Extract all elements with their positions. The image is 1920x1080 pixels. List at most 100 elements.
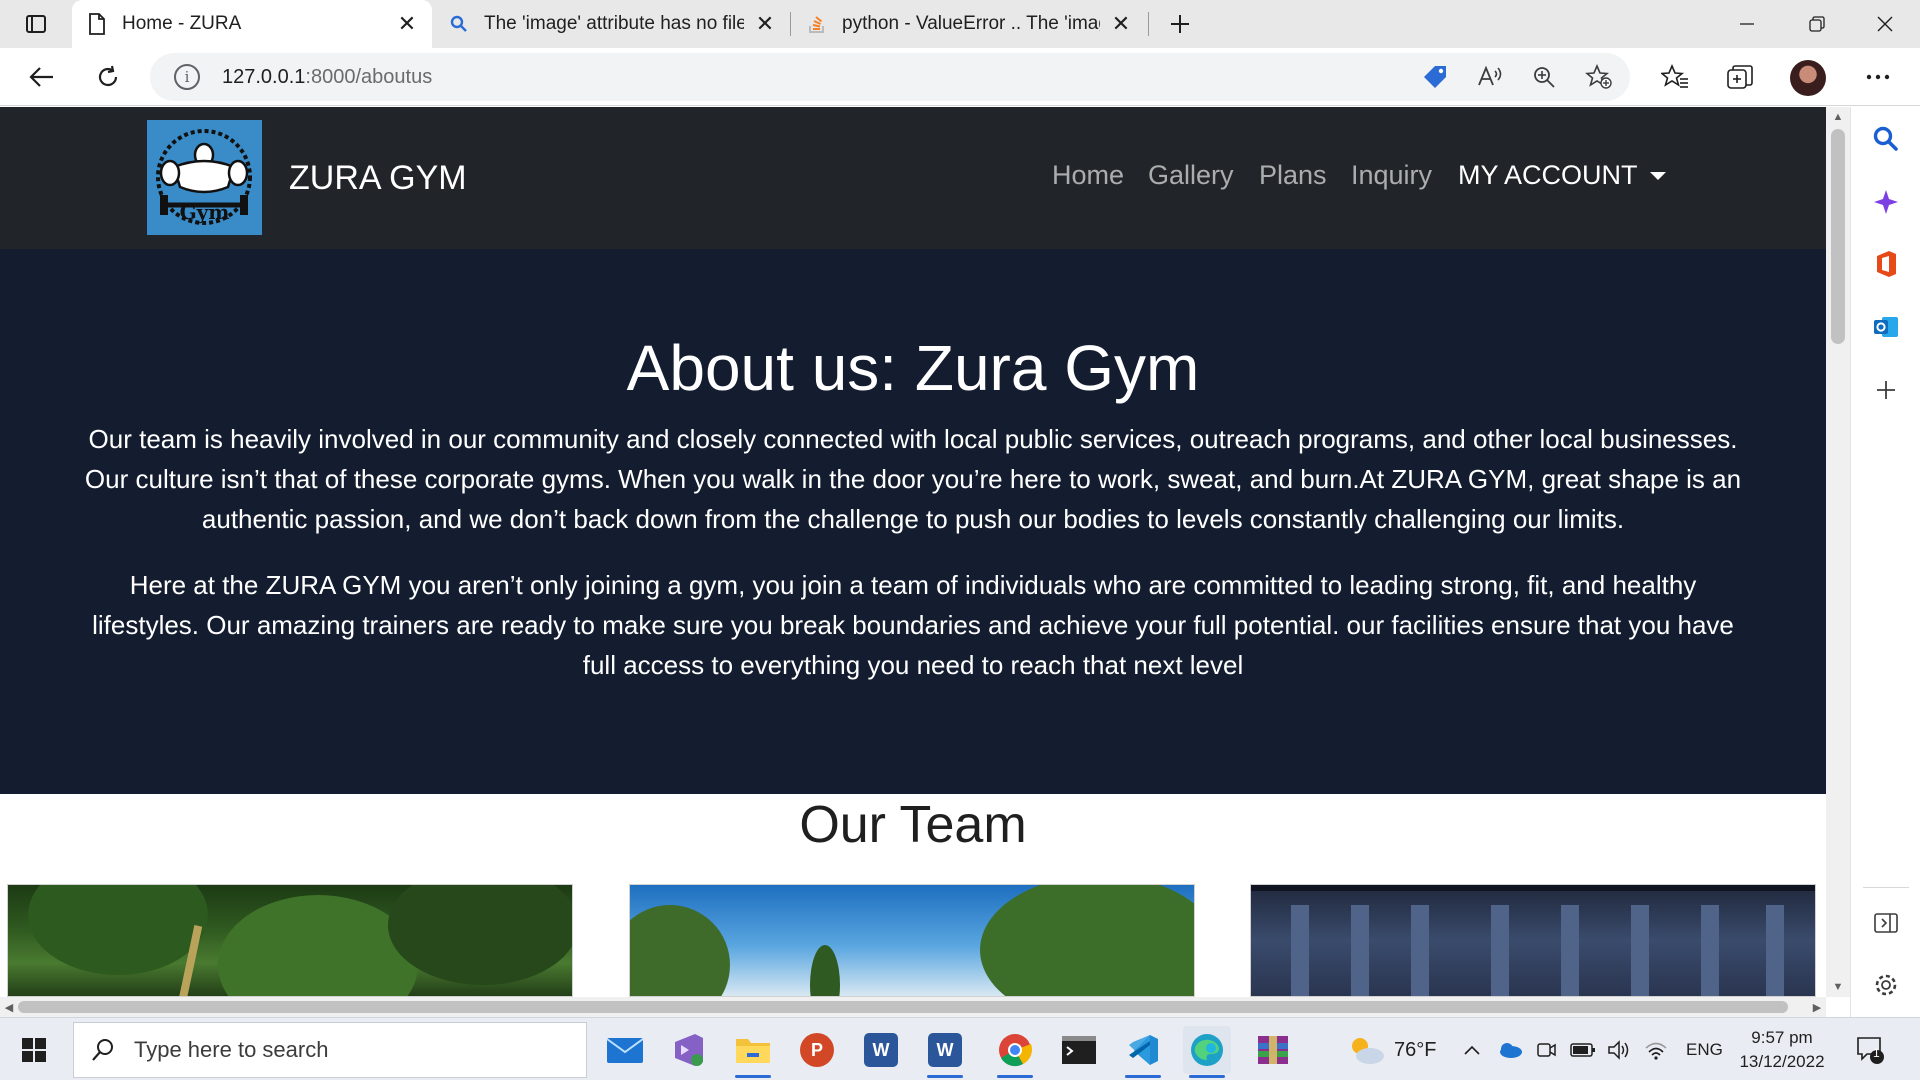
refresh-icon	[98, 65, 118, 87]
taskbar-chrome[interactable]	[991, 1026, 1039, 1078]
close-tab-icon[interactable]: ✕	[754, 11, 776, 36]
onedrive-button[interactable]	[1497, 1034, 1523, 1066]
favorites-button[interactable]	[1655, 57, 1695, 97]
url-field[interactable]: i 127.0.0.1:8000/aboutus	[150, 53, 1630, 101]
show-hidden-icons-button[interactable]	[1463, 1034, 1481, 1066]
about-paragraph-1: Our team is heavily involved in our comm…	[84, 424, 1742, 534]
hide-sidebar-button[interactable]	[1866, 903, 1906, 943]
tab-actions-button[interactable]	[14, 8, 58, 40]
clock-time: 9:57 pm	[1751, 1028, 1813, 1047]
zoom-in-icon	[1534, 67, 1555, 88]
team-member-photo	[629, 884, 1195, 997]
vertical-scrollbar[interactable]: ▲ ▼	[1826, 107, 1850, 997]
nav-link-gallery[interactable]: Gallery	[1148, 160, 1234, 191]
read-aloud-button[interactable]	[1473, 60, 1507, 94]
star-plus-icon	[1585, 64, 1612, 89]
team-member-photo	[1250, 884, 1816, 997]
shopping-tag-button[interactable]	[1418, 60, 1452, 94]
refresh-button[interactable]	[88, 57, 128, 97]
sidebar-add-button[interactable]	[1866, 370, 1906, 410]
taskbar-winrar[interactable]	[1249, 1026, 1297, 1074]
team-member-photo	[7, 884, 573, 997]
taskbar-word-2[interactable]: W	[921, 1026, 969, 1078]
gym-logo[interactable]: Gym	[147, 120, 262, 235]
scroll-right-icon[interactable]: ▶	[1808, 997, 1826, 1017]
taskbar-clock[interactable]: 9:57 pm 13/12/2022	[1732, 1026, 1832, 1074]
taskbar-search-input[interactable]: Type here to search	[73, 1022, 587, 1078]
start-button[interactable]	[14, 1030, 54, 1070]
taskbar-powerpoint[interactable]: P	[793, 1026, 841, 1074]
back-button[interactable]	[22, 57, 62, 97]
tab-python-valueerror[interactable]: python - ValueError .. The 'image' ✕	[792, 0, 1146, 48]
add-favorite-button[interactable]	[1582, 60, 1616, 94]
active-indicator	[735, 1075, 771, 1078]
sidebar-search-button[interactable]	[1866, 119, 1906, 159]
taskbar-edge[interactable]	[1183, 1026, 1231, 1078]
active-indicator	[1189, 1075, 1225, 1078]
close-tab-icon[interactable]: ✕	[1110, 11, 1132, 36]
tab-title: python - ValueError .. The 'image'	[842, 13, 1100, 34]
nav-link-plans[interactable]: Plans	[1259, 160, 1327, 191]
zoom-button[interactable]	[1527, 60, 1561, 94]
minimize-button[interactable]	[1712, 0, 1782, 48]
windows-taskbar: Type here to search P W W 76°F ENG 9:57 …	[0, 1017, 1920, 1080]
restore-icon	[1809, 16, 1825, 32]
collections-button[interactable]	[1720, 57, 1760, 97]
visual-studio-icon	[675, 1034, 703, 1066]
new-tab-button[interactable]	[1160, 8, 1200, 40]
settings-menu-button[interactable]	[1858, 57, 1898, 97]
chevron-up-icon	[1464, 1045, 1480, 1055]
taskbar-file-explorer[interactable]	[729, 1026, 777, 1078]
site-brand[interactable]: ZURA GYM	[289, 159, 467, 198]
windows-logo-icon	[22, 1038, 46, 1062]
input-language[interactable]: ENG	[1686, 1034, 1723, 1066]
taskbar-word[interactable]: W	[857, 1026, 905, 1074]
scroll-left-icon[interactable]: ◀	[0, 997, 18, 1017]
active-indicator	[927, 1075, 963, 1078]
restore-button[interactable]	[1782, 0, 1852, 48]
page-icon	[86, 13, 108, 35]
weather-widget[interactable]: 76°F	[1346, 1034, 1436, 1066]
active-indicator	[1125, 1075, 1161, 1078]
wifi-button[interactable]	[1644, 1034, 1668, 1066]
info-icon[interactable]: i	[174, 64, 200, 90]
url-host: 127.0.0.1	[222, 65, 306, 88]
profile-avatar[interactable]	[1790, 60, 1826, 96]
volume-button[interactable]	[1607, 1034, 1631, 1066]
taskbar-mail[interactable]	[601, 1026, 649, 1074]
my-account-dropdown[interactable]: MY ACCOUNT	[1458, 160, 1666, 191]
sidebar-settings-button[interactable]	[1866, 965, 1906, 1005]
battery-button[interactable]	[1570, 1034, 1596, 1066]
scrollbar-thumb[interactable]	[18, 1001, 1788, 1013]
taskbar-visual-studio-installer[interactable]	[665, 1026, 713, 1074]
horizontal-scrollbar[interactable]: ◀ ▶	[0, 997, 1826, 1017]
taskbar-vscode[interactable]	[1119, 1026, 1167, 1078]
sidebar-outlook-button[interactable]	[1866, 307, 1906, 347]
notifications-button[interactable]: 1	[1855, 1034, 1885, 1066]
url-text[interactable]: 127.0.0.1:8000/aboutus	[222, 66, 432, 89]
wifi-icon	[1645, 1042, 1667, 1060]
close-tab-icon[interactable]: ✕	[396, 11, 418, 36]
search-icon	[448, 13, 470, 35]
nav-link-home[interactable]: Home	[1052, 160, 1124, 191]
tab-image-attribute[interactable]: The 'image' attribute has no file a ✕	[434, 0, 790, 48]
scroll-up-icon[interactable]: ▲	[1826, 107, 1850, 127]
partly-cloudy-icon	[1352, 1038, 1384, 1064]
taskbar-terminal[interactable]	[1055, 1026, 1103, 1074]
cloud-icon	[1500, 1043, 1522, 1058]
meet-now-button[interactable]	[1535, 1034, 1557, 1066]
tab-home-zura[interactable]: Home - ZURA ✕	[72, 0, 432, 48]
scroll-down-icon[interactable]: ▼	[1826, 977, 1850, 997]
browser-tab-bar: Home - ZURA ✕ The 'image' attribute has …	[0, 0, 1920, 48]
nav-link-inquiry[interactable]: Inquiry	[1351, 160, 1432, 191]
caret-down-icon	[1649, 171, 1666, 180]
sidebar-discover-button[interactable]	[1866, 182, 1906, 222]
sidebar-office-button[interactable]	[1866, 244, 1906, 284]
scrollbar-thumb[interactable]	[1831, 129, 1845, 344]
close-window-button[interactable]	[1850, 0, 1920, 48]
edge-icon	[1191, 1034, 1223, 1066]
vscode-icon	[1129, 1035, 1158, 1065]
read-aloud-icon	[1478, 65, 1502, 86]
about-hero: About us: Zura Gym Our team is heavily i…	[0, 249, 1826, 794]
about-paragraph-2: Here at the ZURA GYM you aren’t only joi…	[92, 570, 1734, 680]
